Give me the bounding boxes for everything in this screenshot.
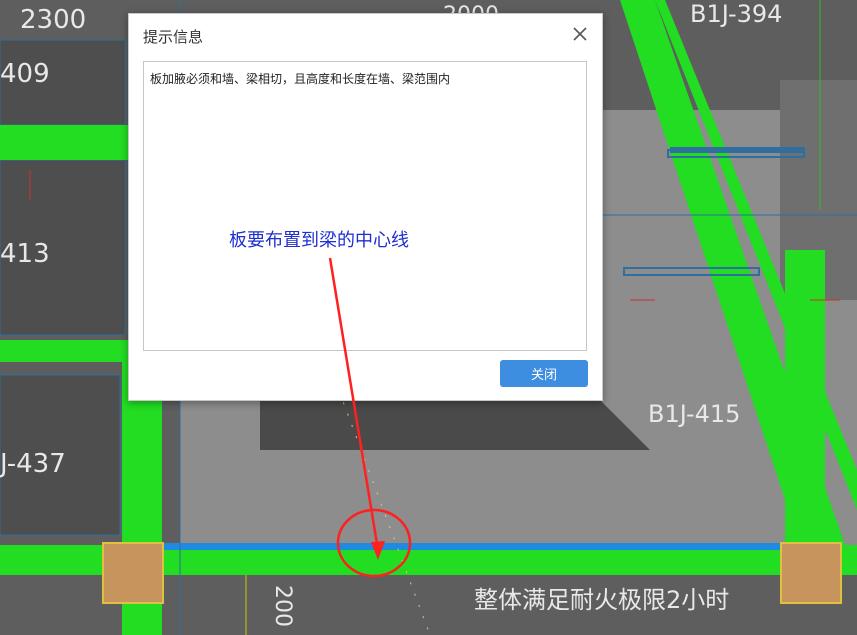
cad-label-vertical: 200 (270, 585, 295, 627)
dialog-message: 板加腋必须和墙、梁相切，且高度和长度在墙、梁范围内 (143, 61, 587, 351)
cad-label: J-437 (0, 449, 66, 479)
cad-label: B1J-415 (648, 400, 740, 428)
cad-label: B1J-394 (690, 0, 782, 28)
fire-rating-label: 整体满足耐火极限2小时 (474, 586, 729, 614)
dialog-title: 提示信息 (143, 28, 204, 46)
info-dialog: 提示信息 板加腋必须和墙、梁相切，且高度和长度在墙、梁范围内 关闭 (128, 13, 603, 401)
close-icon[interactable] (568, 22, 592, 46)
beam-green (785, 250, 825, 550)
column (780, 542, 842, 604)
cad-label: 413 (0, 239, 50, 269)
column (102, 542, 164, 604)
close-button[interactable]: 关闭 (500, 360, 588, 387)
annotation-text: 板要布置到梁的中心线 (229, 230, 409, 251)
slab-dark-region (260, 400, 650, 450)
beam-highlight-blue (160, 543, 785, 550)
cad-label: 409 (0, 59, 50, 89)
cad-label: 2300 (20, 5, 86, 35)
